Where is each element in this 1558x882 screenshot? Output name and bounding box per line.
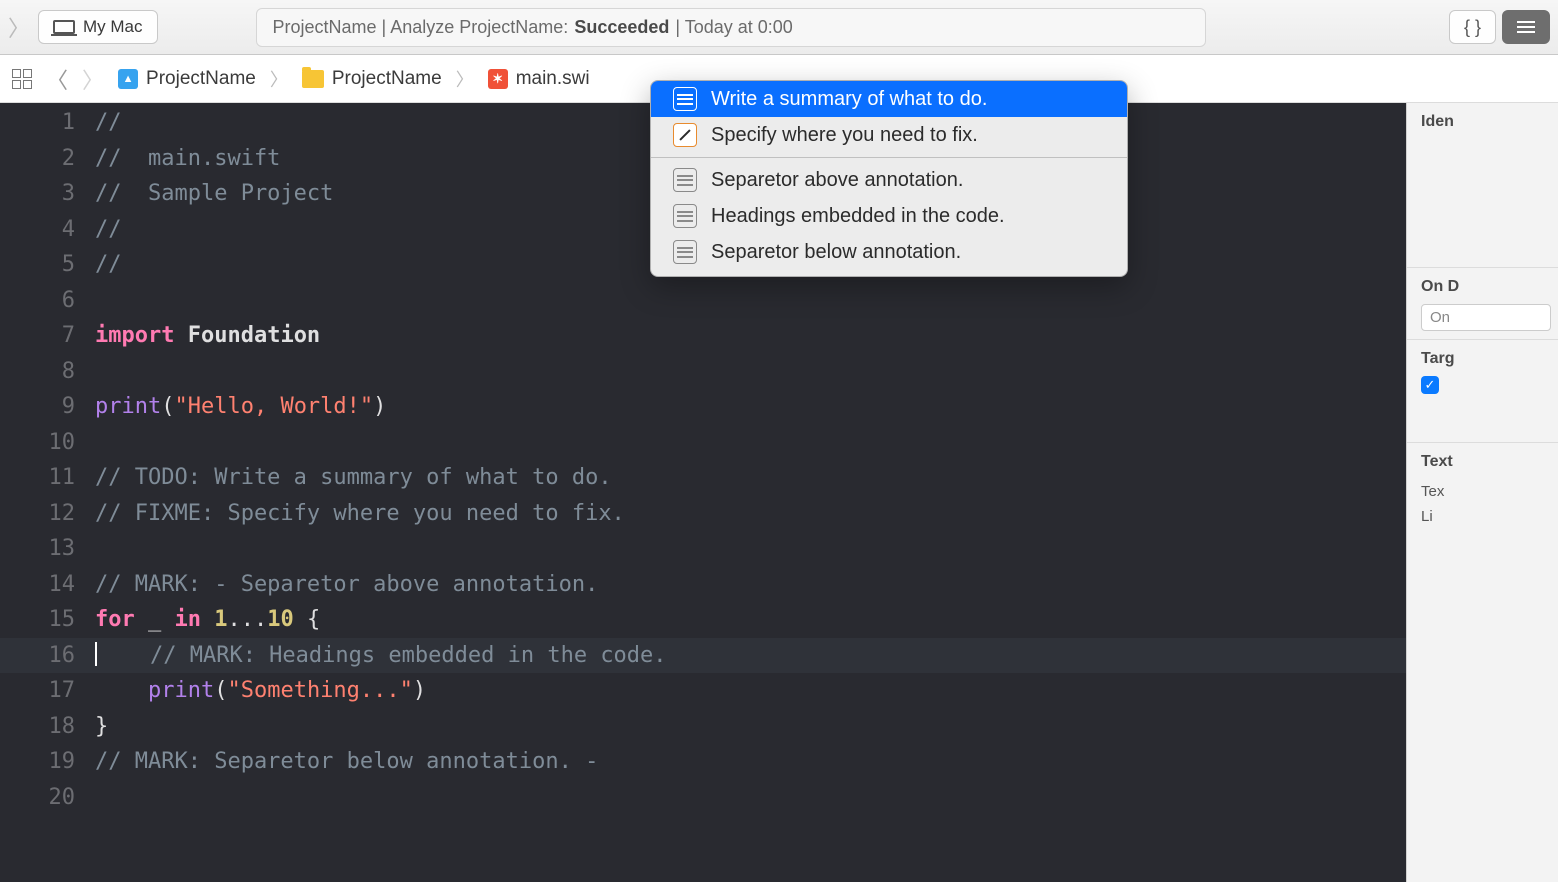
line-number: 16 [0, 638, 95, 674]
inspector-target-label: Targ [1421, 350, 1558, 368]
line-number: 12 [0, 496, 95, 532]
nav-back-button[interactable]: 〈 [46, 63, 68, 95]
code-text: // FIXME: Specify where you need to fix. [95, 496, 625, 532]
dropdown-item-label: Separetor below annotation. [711, 241, 961, 264]
code-text: // MARK: - Separetor above annotation. [95, 567, 598, 603]
braces-icon: { } [1464, 17, 1481, 38]
line-number: 10 [0, 425, 95, 461]
breadcrumb-file-label: main.swi [516, 68, 590, 90]
inspector-ondemand-label: On D [1421, 278, 1558, 296]
line-number: 15 [0, 602, 95, 638]
code-review-button[interactable]: { } [1449, 10, 1496, 44]
breadcrumb-separator: 〉 [270, 66, 288, 92]
swift-file-icon: ✶ [488, 69, 508, 89]
breadcrumb-separator: 〉 [456, 66, 474, 92]
device-label: My Mac [83, 17, 143, 37]
related-items-icon[interactable] [12, 69, 32, 89]
inspector-text-row: Tex [1421, 479, 1558, 504]
toolbar: 〉 My Mac ProjectName | Analyze ProjectNa… [0, 0, 1558, 55]
code-text: import Foundation [95, 318, 320, 354]
line-number: 13 [0, 531, 95, 567]
toolbar-right: { } [1449, 10, 1550, 44]
code-text: // MARK: Separetor below annotation. - [95, 744, 598, 780]
line-number: 5 [0, 247, 95, 283]
mac-icon [53, 20, 75, 34]
ondemand-field[interactable]: On [1421, 304, 1551, 331]
inspector-text-label: Text [1421, 453, 1558, 471]
breadcrumb-folder[interactable]: ProjectName [302, 68, 442, 90]
inspector-ondemand-section: On D On [1407, 267, 1558, 339]
inspector-text-section: Text Tex Li [1407, 442, 1558, 537]
project-icon: ▲ [118, 69, 138, 89]
status-time: | Today at 0:00 [675, 17, 792, 38]
dropdown-item-mark[interactable]: Separetor below annotation. [651, 234, 1127, 270]
dropdown-item-mark[interactable]: Separetor above annotation. [651, 162, 1127, 198]
target-membership-check[interactable]: ✓ [1421, 376, 1558, 394]
dropdown-item-label: Headings embedded in the code. [711, 205, 1005, 228]
breadcrumb-project[interactable]: ▲ ProjectName [118, 68, 256, 90]
list-icon [673, 168, 697, 192]
code-text: // [95, 212, 122, 248]
line-number: 20 [0, 780, 95, 816]
nav-forward-button[interactable]: 〉 [82, 63, 104, 95]
breadcrumb-file[interactable]: ✶ main.swi [488, 68, 590, 90]
library-button[interactable] [1502, 10, 1550, 44]
inspector-text-row: Li [1421, 504, 1558, 529]
inspector-target-section: Targ ✓ [1407, 339, 1558, 402]
chevron-right-icon: 〉 [8, 11, 30, 43]
code-text: // Sample Project [95, 176, 333, 212]
code-text: print("Something...") [95, 673, 426, 709]
line-number: 4 [0, 212, 95, 248]
code-text: // main.swift [95, 141, 280, 177]
line-number: 6 [0, 283, 95, 319]
breadcrumb-project-label: ProjectName [146, 68, 256, 90]
code-text: // MARK: Headings embedded in the code. [95, 638, 667, 674]
code-text: // TODO: Write a summary of what to do. [95, 460, 612, 496]
pencil-icon [673, 123, 697, 147]
dropdown-item-label: Specify where you need to fix. [711, 124, 978, 147]
run-destination[interactable]: My Mac [38, 10, 158, 44]
activity-status-bar[interactable]: ProjectName | Analyze ProjectName: Succe… [256, 8, 1206, 47]
list-icon [673, 204, 697, 228]
inspector-panel: Iden On D On Targ ✓ Text Tex Li [1406, 103, 1558, 882]
code-text: } [95, 709, 108, 745]
line-number: 17 [0, 673, 95, 709]
dropdown-item-mark[interactable]: Headings embedded in the code. [651, 198, 1127, 234]
code-text: // [95, 247, 122, 283]
dropdown-separator [651, 157, 1127, 158]
line-number: 7 [0, 318, 95, 354]
hamburger-icon [1517, 21, 1535, 33]
line-number: 9 [0, 389, 95, 425]
dropdown-item-label: Write a summary of what to do. [711, 88, 987, 111]
line-number: 1 [0, 105, 95, 141]
line-number: 19 [0, 744, 95, 780]
line-number: 8 [0, 354, 95, 390]
checkbox-checked-icon: ✓ [1421, 376, 1439, 394]
code-text: for _ in 1...10 { [95, 602, 320, 638]
line-number: 3 [0, 176, 95, 212]
list-icon [673, 87, 697, 111]
breadcrumb-folder-label: ProjectName [332, 68, 442, 90]
folder-icon [302, 70, 324, 88]
code-text: // [95, 105, 122, 141]
line-number: 14 [0, 567, 95, 603]
status-prefix: ProjectName | Analyze ProjectName: [273, 17, 569, 38]
line-number: 11 [0, 460, 95, 496]
line-number: 2 [0, 141, 95, 177]
inspector-identity-section: Iden [1407, 103, 1558, 147]
symbol-navigator-dropdown: Write a summary of what to do. Specify w… [650, 80, 1128, 277]
dropdown-item-todo[interactable]: Write a summary of what to do. [651, 81, 1127, 117]
inspector-identity-label: Iden [1421, 113, 1558, 131]
status-result: Succeeded [574, 17, 669, 38]
dropdown-item-label: Separetor above annotation. [711, 169, 963, 192]
line-number: 18 [0, 709, 95, 745]
code-text: print("Hello, World!") [95, 389, 386, 425]
list-icon [673, 240, 697, 264]
dropdown-item-fixme[interactable]: Specify where you need to fix. [651, 117, 1127, 153]
